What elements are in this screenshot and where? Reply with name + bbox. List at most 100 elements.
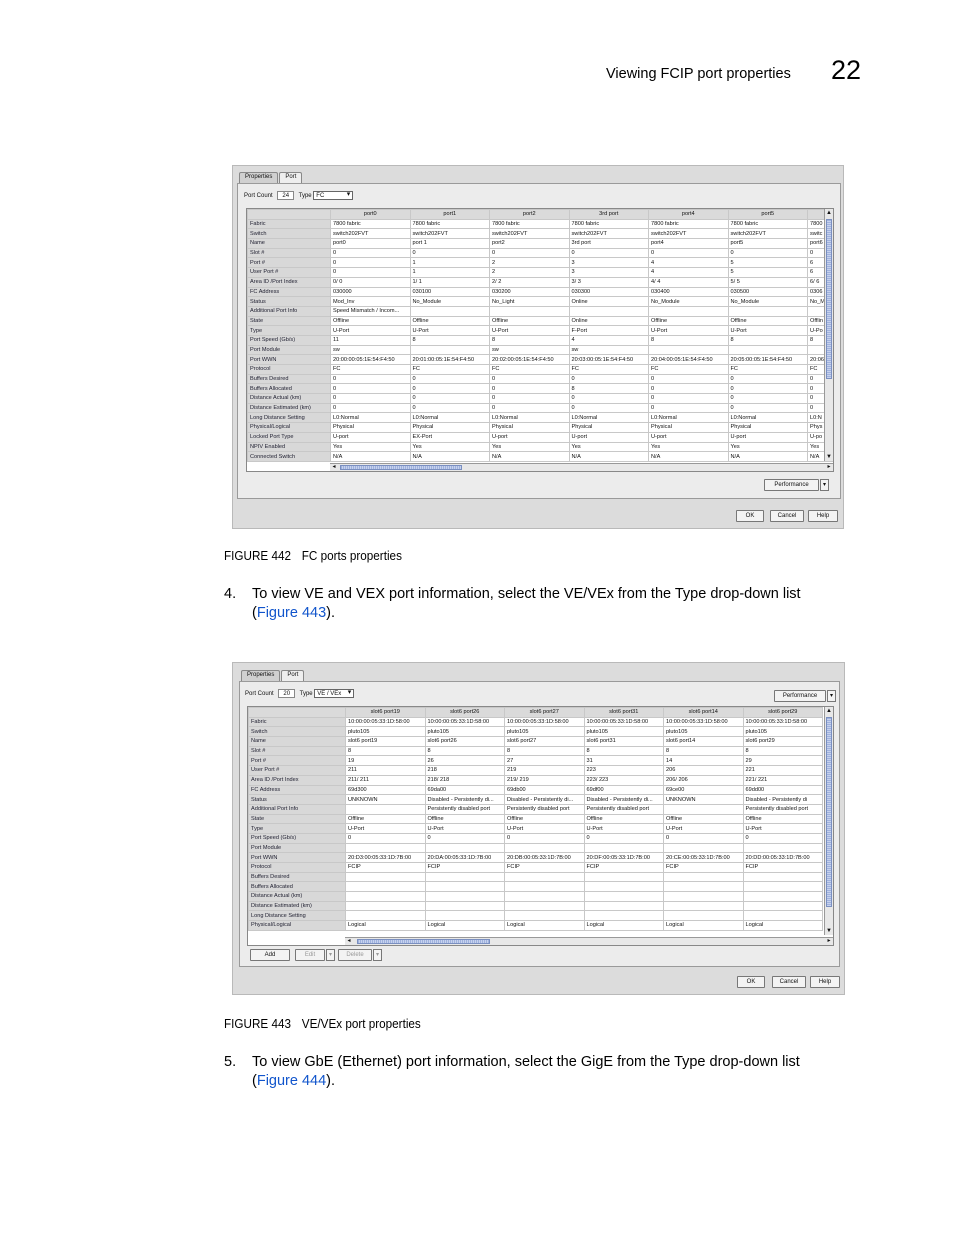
- table-cell[interactable]: L0:Normal: [648, 412, 729, 424]
- table-cell[interactable]: 20:04:00:05:1E:54:F4:50: [648, 354, 729, 365]
- table-cell[interactable]: U-Port: [424, 823, 505, 834]
- table-cell[interactable]: 219: [504, 765, 585, 776]
- scroll-up-arrow[interactable]: ▲: [825, 707, 833, 715]
- table-cell[interactable]: U-Port: [345, 823, 426, 834]
- table-cell[interactable]: [663, 803, 744, 815]
- table-cell[interactable]: 0: [409, 373, 490, 385]
- table-cell[interactable]: port0: [330, 238, 411, 249]
- table-row[interactable]: Additional Port Info Persistently disable…: [248, 803, 823, 815]
- table-cell[interactable]: 10:00:00:05:33:1D:58:00: [504, 716, 585, 728]
- table-cell[interactable]: 0: [568, 402, 649, 414]
- table-cell[interactable]: 221/ 221: [742, 774, 823, 786]
- table-cell[interactable]: pluto105: [663, 726, 744, 738]
- table-cell[interactable]: [504, 871, 585, 883]
- table-row[interactable]: Distance Estimated (km): [248, 900, 823, 912]
- horizontal-scroll-thumb[interactable]: [357, 939, 490, 944]
- table-cell[interactable]: FC: [727, 364, 808, 375]
- table-cell[interactable]: [742, 891, 823, 902]
- tab-port[interactable]: Port: [279, 172, 303, 183]
- table-cell[interactable]: 10:00:00:05:33:1D:58:00: [424, 716, 505, 728]
- table-cell[interactable]: [504, 881, 585, 893]
- table-cell[interactable]: Online: [568, 296, 649, 307]
- table-row[interactable]: Distance Actual (km) 0 0 0 0 0 0 0: [247, 393, 833, 404]
- table-cell[interactable]: [583, 842, 664, 854]
- table-cell[interactable]: U-Port: [742, 823, 823, 834]
- table-cell[interactable]: 4: [648, 267, 729, 278]
- table-cell[interactable]: 206: [663, 765, 744, 776]
- table-cell[interactable]: U-Port: [663, 823, 744, 834]
- column-header[interactable]: slot6 port29: [742, 707, 823, 718]
- table-cell[interactable]: U-Port: [583, 823, 664, 834]
- table-cell[interactable]: 0: [568, 393, 649, 404]
- scroll-down-arrow[interactable]: ▼: [825, 453, 833, 461]
- table-cell[interactable]: EX-Port: [409, 431, 490, 443]
- table-row[interactable]: FC Address 030000 030100 030200 030300 030400…: [247, 286, 833, 298]
- table-row[interactable]: Fabric 10:00:00:05:33:1D:58:00 10:00:00:05…: [248, 716, 823, 728]
- table-cell[interactable]: Physical: [568, 422, 649, 433]
- table-cell[interactable]: 0: [568, 373, 649, 385]
- table-cell[interactable]: 8: [345, 745, 426, 757]
- table-cell[interactable]: 0: [424, 832, 505, 844]
- table-cell[interactable]: 221: [742, 765, 823, 776]
- table-cell[interactable]: [345, 871, 426, 883]
- table-cell[interactable]: No_Module: [648, 296, 729, 307]
- table-cell[interactable]: [648, 305, 729, 317]
- table-row[interactable]: Port Speed (Gb/s) 0 0 0 0 0 0: [248, 832, 823, 844]
- table-cell[interactable]: UNKNOWN: [663, 794, 744, 805]
- table-cell[interactable]: 3: [568, 257, 649, 269]
- table-cell[interactable]: 7800 fabric: [489, 218, 570, 230]
- table-cell[interactable]: [345, 803, 426, 815]
- table-cell[interactable]: sw: [568, 344, 649, 356]
- table-cell[interactable]: 1/ 1: [409, 276, 490, 288]
- table-cell[interactable]: Persistently disabled port: [583, 803, 664, 815]
- table-cell[interactable]: Offline: [504, 813, 585, 825]
- table-cell[interactable]: 2/ 2: [489, 276, 570, 288]
- table-cell[interactable]: 8: [409, 334, 490, 346]
- table-cell[interactable]: Disabled - Persistently di: [742, 794, 823, 805]
- table-cell[interactable]: 20:DA:00:05:33:1D:7B:00: [424, 852, 505, 863]
- vertical-scroll-thumb[interactable]: [826, 717, 832, 907]
- edit-button[interactable]: Edit: [295, 949, 325, 961]
- table-cell[interactable]: [663, 871, 744, 883]
- table-cell[interactable]: N/A: [330, 451, 411, 462]
- table-row[interactable]: Fabric 7800 fabric 7800 fabric 7800 fabric 7…: [247, 218, 833, 230]
- table-row[interactable]: Status UNKNOWN Disabled - Persistently di.…: [248, 794, 823, 805]
- table-cell[interactable]: 8: [489, 334, 570, 346]
- table-cell[interactable]: 206/ 206: [663, 774, 744, 786]
- table-cell[interactable]: L0:Normal: [409, 412, 490, 424]
- table-cell[interactable]: 20:DD:00:05:33:1D:7B:00: [742, 852, 823, 863]
- table-row[interactable]: Buffers Desired: [248, 871, 823, 883]
- table-cell[interactable]: [489, 305, 570, 317]
- table-row[interactable]: Status Mod_Inv No_Module No_Light Online No_M…: [247, 296, 833, 307]
- table-row[interactable]: Buffers Allocated: [248, 881, 823, 893]
- table-cell[interactable]: FC: [330, 364, 411, 375]
- table-cell[interactable]: 0: [727, 247, 808, 259]
- table-cell[interactable]: 223/ 223: [583, 774, 664, 786]
- table-cell[interactable]: pluto105: [742, 726, 823, 738]
- table-cell[interactable]: 0: [409, 402, 490, 414]
- table-cell[interactable]: [663, 881, 744, 893]
- table-cell[interactable]: [568, 305, 649, 317]
- table-cell[interactable]: 223: [583, 765, 664, 776]
- table-cell[interactable]: 0: [648, 383, 729, 395]
- table-cell[interactable]: U-port: [330, 431, 411, 443]
- table-cell[interactable]: switch202FVT: [727, 228, 808, 240]
- table-cell[interactable]: N/A: [568, 451, 649, 462]
- table-cell[interactable]: 0: [409, 383, 490, 395]
- table-cell[interactable]: [345, 842, 426, 854]
- table-cell[interactable]: 10:00:00:05:33:1D:58:00: [663, 716, 744, 728]
- table-cell[interactable]: 7800 fabric: [648, 218, 729, 230]
- table-cell[interactable]: 8: [568, 383, 649, 395]
- scroll-left-arrow[interactable]: ◂: [330, 464, 338, 471]
- table-cell[interactable]: 69d300: [345, 784, 426, 796]
- table-cell[interactable]: 2: [489, 267, 570, 278]
- performance-dropdown-arrow[interactable]: ▾: [820, 479, 829, 491]
- table-cell[interactable]: [583, 900, 664, 912]
- table-row[interactable]: Port WWN 20:00:00:05:1E:54:F4:50 20:01:00:…: [247, 354, 833, 365]
- scroll-left-arrow[interactable]: ◂: [345, 938, 353, 945]
- table-cell[interactable]: [504, 910, 585, 922]
- table-cell[interactable]: [345, 910, 426, 922]
- table-cell[interactable]: [345, 891, 426, 902]
- edit-dropdown-arrow[interactable]: ▾: [326, 949, 335, 961]
- table-cell[interactable]: [583, 871, 664, 883]
